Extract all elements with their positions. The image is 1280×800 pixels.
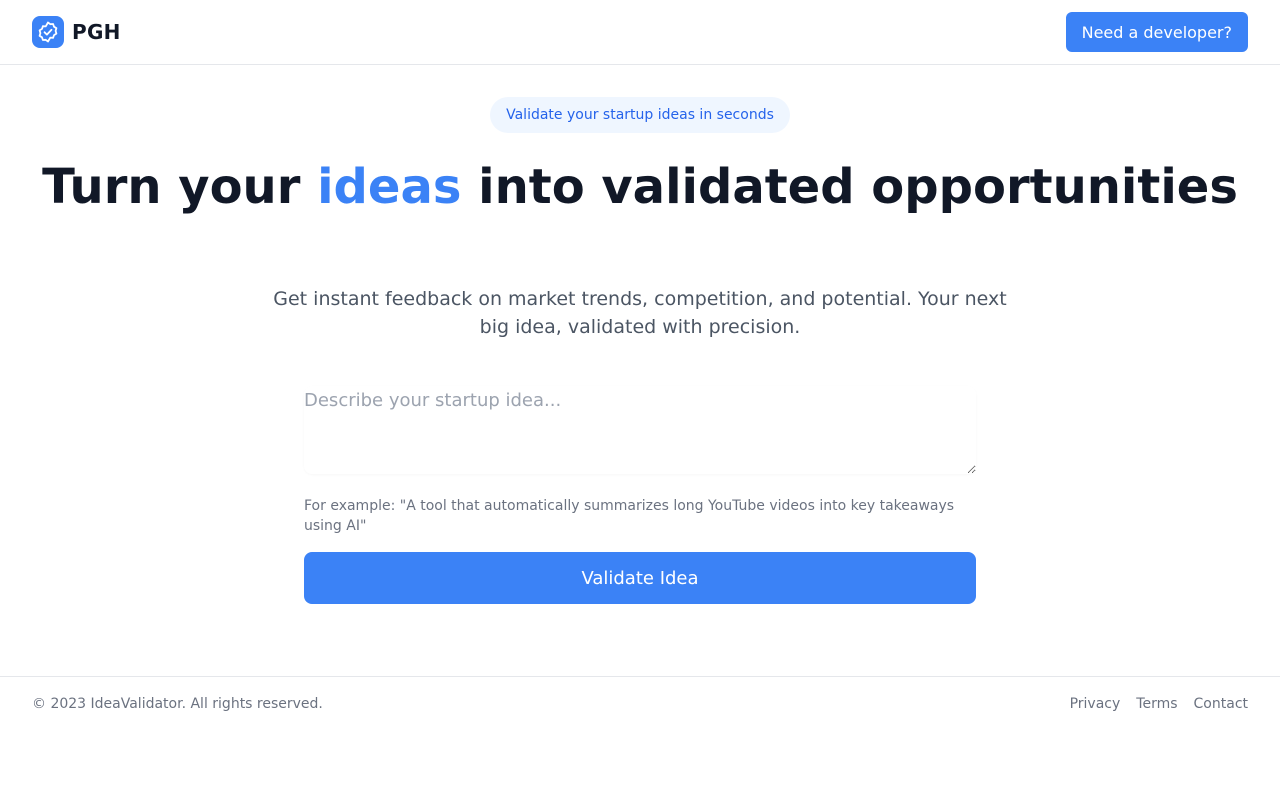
hero-subtitle: Get instant feedback on market trends, c… [273,288,1007,338]
verified-badge-icon [32,16,64,48]
site-header: PGH Need a developer? [0,0,1280,65]
footer-link-contact[interactable]: Contact [1194,696,1248,712]
copyright-text: © 2023 IdeaValidator. All rights reserve… [32,695,323,712]
hero-title: Turn your ideas into validated opportuni… [0,163,1280,212]
tagline-badge: Validate your startup ideas in seconds [490,97,790,133]
footer-link-terms[interactable]: Terms [1136,696,1177,712]
hero-title-end: into validated opportunities [461,159,1238,215]
need-developer-button[interactable]: Need a developer? [1065,12,1248,52]
footer-link-privacy[interactable]: Privacy [1070,696,1121,712]
example-hint: For example: "A tool that automatically … [304,498,955,534]
idea-textarea[interactable] [304,386,976,474]
site-footer: © 2023 IdeaValidator. All rights reserve… [0,676,1280,730]
brand[interactable]: PGH [32,16,121,48]
brand-name: PGH [72,20,121,44]
footer-links: Privacy Terms Contact [1070,696,1248,712]
idea-form: For example: "A tool that automatically … [304,386,976,604]
validate-idea-button[interactable]: Validate Idea [304,552,976,604]
main-content: Validate your startup ideas in seconds T… [0,65,1280,676]
hero-title-accent: ideas [317,159,462,215]
hero-title-start: Turn your [42,159,318,215]
